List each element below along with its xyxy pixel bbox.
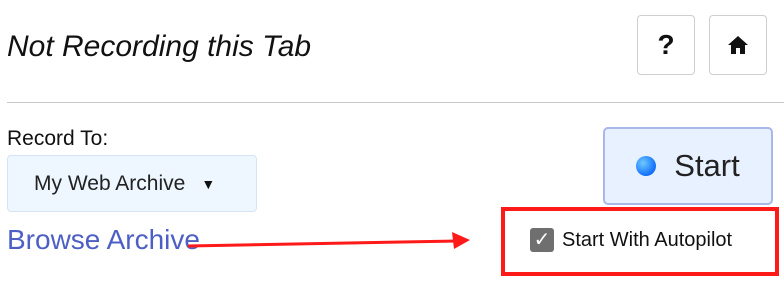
start-with-autopilot-checkbox[interactable]: ✓ Start With Autopilot — [530, 228, 732, 252]
autopilot-label: Start With Autopilot — [562, 228, 733, 251]
checkbox-checked-icon[interactable]: ✓ — [530, 228, 554, 252]
